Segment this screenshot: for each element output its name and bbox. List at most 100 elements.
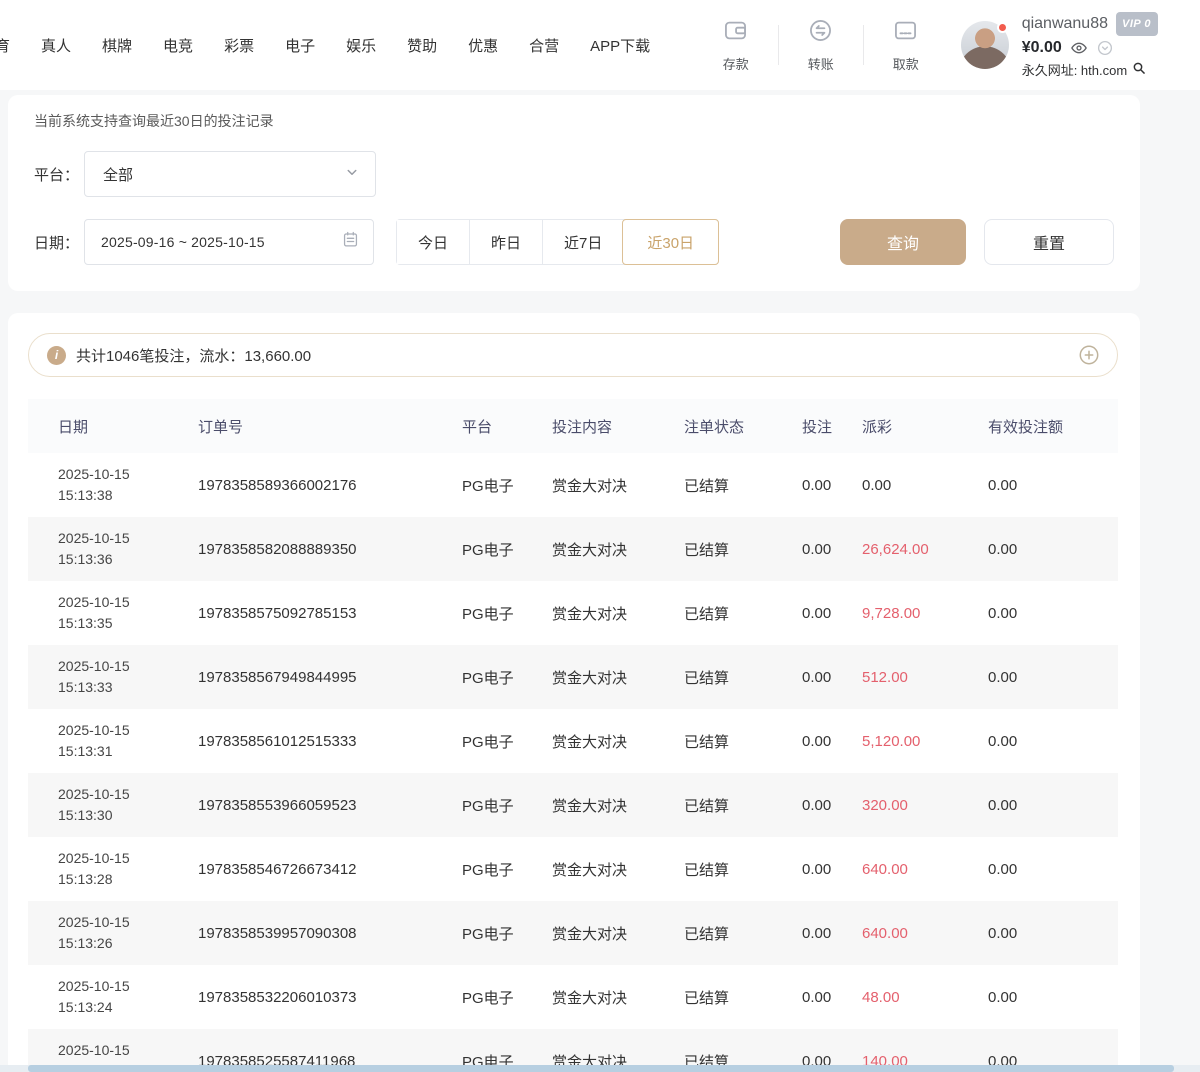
cell-date: 2025-10-1515:13:24 <box>58 976 198 1018</box>
cell-payout: 48.00 <box>862 989 988 1006</box>
filter-card: 当前系统支持查询最近30日的投注记录 平台： 全部 日期： 2025-09-16… <box>8 95 1140 291</box>
plus-icon[interactable] <box>1077 343 1101 367</box>
action-转账[interactable]: 转账 <box>792 17 850 73</box>
cell-order-number: 1978358561012515333 <box>198 733 462 750</box>
eye-icon[interactable] <box>1070 39 1088 57</box>
horizontal-scrollbar-thumb[interactable] <box>28 1065 1174 1072</box>
avatar[interactable] <box>961 21 1009 69</box>
date-range-input[interactable]: 2025-09-16 ~ 2025-10-15 <box>84 219 374 265</box>
circle-chevron-down-icon[interactable] <box>1096 39 1114 57</box>
separator <box>778 25 779 65</box>
cell-bet: 0.00 <box>802 989 862 1006</box>
cell-valid-bet: 0.00 <box>988 989 1118 1006</box>
cell-date: 2025-10-1515:13:31 <box>58 720 198 762</box>
records-card: i 共计1046笔投注，流水：13,660.00 日期订单号平台投注内容注单状态… <box>8 313 1140 1072</box>
page-content: 当前系统支持查询最近30日的投注记录 平台： 全部 日期： 2025-09-16… <box>0 90 1200 1072</box>
reset-button[interactable]: 重置 <box>984 219 1114 265</box>
cell-order-number: 1978358532206010373 <box>198 989 462 1006</box>
cell-date: 2025-10-1515:13:33 <box>58 656 198 698</box>
transfer-icon <box>807 17 834 49</box>
cell-bet: 0.00 <box>802 605 862 622</box>
quick-button-昨日[interactable]: 昨日 <box>469 220 542 264</box>
withdraw-icon <box>892 17 919 49</box>
cell-valid-bet: 0.00 <box>988 925 1118 942</box>
nav-item-合营[interactable]: 合营 <box>529 35 559 56</box>
nav-item-彩票[interactable]: 彩票 <box>224 35 254 56</box>
table-row: 2025-10-1515:13:261978358539957090308PG电… <box>28 901 1118 965</box>
cell-status: 已结算 <box>684 987 802 1008</box>
cell-bet: 0.00 <box>802 477 862 494</box>
nav-item-真人[interactable]: 真人 <box>41 35 71 56</box>
cell-platform: PG电子 <box>462 475 552 496</box>
permanent-url: 永久网址: hth.com <box>1022 60 1158 79</box>
cell-bet: 0.00 <box>802 861 862 878</box>
query-button[interactable]: 查询 <box>840 219 966 265</box>
calendar-icon[interactable] <box>341 230 360 254</box>
cell-content: 赏金大对决 <box>552 603 684 624</box>
table-body: 2025-10-1515:13:381978358589366002176PG电… <box>28 453 1118 1072</box>
cell-date-day: 2025-10-15 <box>58 784 198 805</box>
quick-button-今日[interactable]: 今日 <box>397 220 469 264</box>
cell-date-day: 2025-10-15 <box>58 592 198 613</box>
cell-content: 赏金大对决 <box>552 667 684 688</box>
column-header: 投注 <box>802 416 862 437</box>
cell-status: 已结算 <box>684 923 802 944</box>
cell-date-time: 15:13:38 <box>58 485 198 506</box>
separator <box>863 25 864 65</box>
action-label: 存款 <box>723 54 749 73</box>
cell-valid-bet: 0.00 <box>988 861 1118 878</box>
cell-date-time: 15:13:30 <box>58 805 198 826</box>
cell-payout: 320.00 <box>862 797 988 814</box>
cell-date-day: 2025-10-15 <box>58 848 198 869</box>
nav-item-赞助[interactable]: 赞助 <box>407 35 437 56</box>
date-range-value: 2025-09-16 ~ 2025-10-15 <box>101 234 341 250</box>
cell-platform: PG电子 <box>462 667 552 688</box>
query-range-notice: 当前系统支持查询最近30日的投注记录 <box>34 111 1114 131</box>
action-存款[interactable]: 存款 <box>707 17 765 73</box>
quick-button-近30日[interactable]: 近30日 <box>622 219 719 265</box>
vip-badge: VIP 0 <box>1116 12 1158 36</box>
action-label: 转账 <box>808 54 834 73</box>
cell-date-day: 2025-10-15 <box>58 976 198 997</box>
nav-item-APP下载[interactable]: APP下载 <box>590 35 650 56</box>
action-label: 取款 <box>893 54 919 73</box>
cell-date: 2025-10-1515:13:35 <box>58 592 198 634</box>
nav-item-体育[interactable]: 体育 <box>0 35 10 56</box>
cell-valid-bet: 0.00 <box>988 605 1118 622</box>
cell-content: 赏金大对决 <box>552 475 684 496</box>
nav-item-娱乐[interactable]: 娱乐 <box>346 35 376 56</box>
cell-status: 已结算 <box>684 539 802 560</box>
column-header: 派彩 <box>862 416 988 437</box>
cell-payout: 26,624.00 <box>862 541 988 558</box>
action-取款[interactable]: 取款 <box>877 17 935 73</box>
top-header: 体育真人棋牌电竞彩票电子娱乐赞助优惠合营APP下载 存款转账取款 qianwan… <box>0 0 1200 90</box>
quick-button-近7日[interactable]: 近7日 <box>542 220 623 264</box>
platform-select-value: 全部 <box>103 164 343 185</box>
cell-bet: 0.00 <box>802 733 862 750</box>
nav-item-电子[interactable]: 电子 <box>285 35 315 56</box>
cell-status: 已结算 <box>684 667 802 688</box>
nav-item-电竞[interactable]: 电竞 <box>163 35 193 56</box>
nav-item-优惠[interactable]: 优惠 <box>468 35 498 56</box>
column-header: 注单状态 <box>684 416 802 437</box>
cell-date-day: 2025-10-15 <box>58 1040 198 1061</box>
cell-content: 赏金大对决 <box>552 731 684 752</box>
cell-status: 已结算 <box>684 475 802 496</box>
cell-order-number: 1978358539957090308 <box>198 925 462 942</box>
cell-date-day: 2025-10-15 <box>58 464 198 485</box>
cell-status: 已结算 <box>684 859 802 880</box>
cell-valid-bet: 0.00 <box>988 733 1118 750</box>
platform-select[interactable]: 全部 <box>84 151 376 197</box>
cell-date: 2025-10-1515:13:26 <box>58 912 198 954</box>
cell-valid-bet: 0.00 <box>988 797 1118 814</box>
cell-content: 赏金大对决 <box>552 923 684 944</box>
column-header: 投注内容 <box>552 416 684 437</box>
table-row: 2025-10-1515:13:241978358532206010373PG电… <box>28 965 1118 1029</box>
cell-date-day: 2025-10-15 <box>58 528 198 549</box>
cell-status: 已结算 <box>684 795 802 816</box>
horizontal-scrollbar <box>0 1065 1200 1072</box>
search-icon[interactable] <box>1131 60 1147 79</box>
column-header: 日期 <box>58 416 198 437</box>
cell-order-number: 1978358589366002176 <box>198 477 462 494</box>
nav-item-棋牌[interactable]: 棋牌 <box>102 35 132 56</box>
